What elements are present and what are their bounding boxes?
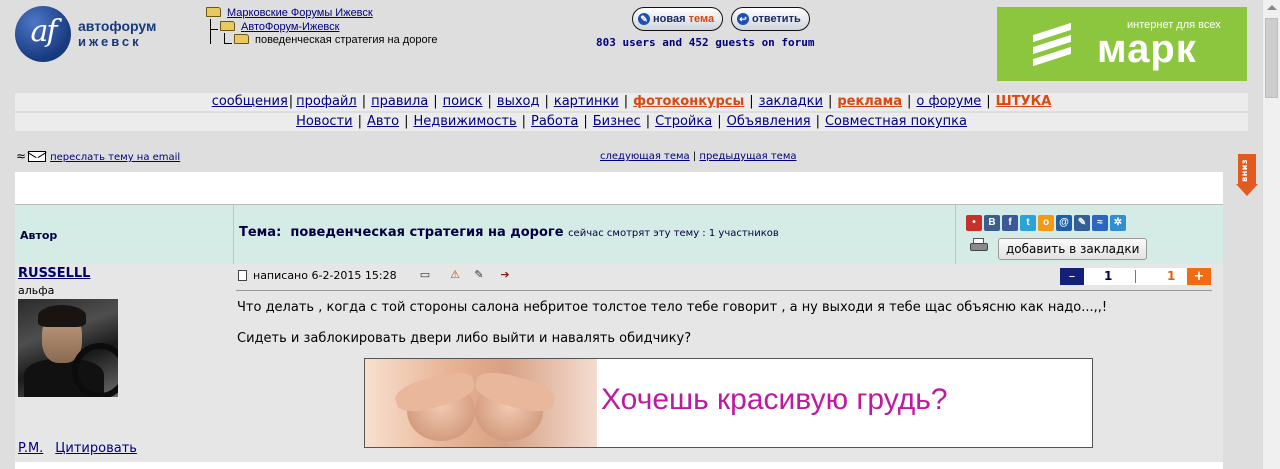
- topic-header: Автор Тема: поведенческая стратегия на д…: [15, 204, 1223, 265]
- report-icon[interactable]: ➔: [495, 268, 515, 282]
- post-text-line: Что делать , когда с той стороны салона …: [237, 300, 1108, 315]
- nav-logout[interactable]: выход: [497, 94, 540, 109]
- liveinternet-icon[interactable]: ≈: [1092, 215, 1108, 231]
- mailru-icon[interactable]: @: [1056, 215, 1072, 231]
- next-topic-link[interactable]: следующая тема: [600, 151, 690, 162]
- nav-rules[interactable]: правила: [371, 94, 428, 109]
- banner-image: [365, 359, 597, 447]
- quote-link[interactable]: Цитировать: [55, 441, 137, 456]
- nav-construction[interactable]: Стройка: [655, 114, 712, 129]
- previous-topic-link[interactable]: предыдущая тема: [699, 151, 796, 162]
- topic-navigation: следующая тема | предыдущая тема: [600, 151, 797, 162]
- folder-open-icon: [234, 34, 249, 44]
- new-topic-button[interactable]: ✎ новая тема: [632, 7, 724, 31]
- facebook-icon[interactable]: f: [1002, 215, 1018, 231]
- private-message-link[interactable]: P.M.: [18, 441, 43, 456]
- forward-topic-email[interactable]: ≈ переслать тему на email: [16, 149, 180, 163]
- viewers-count: сейчас смотрят эту тему : 1 участников: [568, 228, 779, 239]
- vkontakte-icon[interactable]: В: [984, 215, 1000, 231]
- nav-search[interactable]: поиск: [443, 94, 483, 109]
- post-author-rank: альфа: [18, 284, 55, 297]
- reply-icon: ↩: [737, 13, 749, 25]
- nav-business[interactable]: Бизнес: [593, 114, 641, 129]
- online-users-count: 803 users and 452 guests on forum: [596, 36, 815, 49]
- vertical-scrollbar[interactable]: [1262, 0, 1280, 469]
- nav-about-forum[interactable]: о форуме: [916, 94, 981, 109]
- breadcrumb-item-forums[interactable]: Марковские Форумы Ижевск: [206, 7, 373, 21]
- share-icon[interactable]: ✲: [1110, 215, 1126, 231]
- author-column-header: Автор: [20, 229, 58, 242]
- post-rating: – 1 1 +: [1060, 268, 1211, 285]
- nav-auto[interactable]: Авто: [367, 114, 399, 129]
- scrollbar-thumb[interactable]: [1265, 18, 1278, 98]
- logo-mark: af: [15, 6, 71, 62]
- folder-icon: [206, 7, 221, 17]
- post-author-actions: P.M. Цитировать: [18, 441, 149, 456]
- banner-text: Хочешь красивую грудь?: [601, 383, 948, 416]
- livejournal-icon[interactable]: ✎: [1074, 215, 1090, 231]
- tree-connector: [210, 19, 218, 30]
- nav-group-buying[interactable]: Совместная покупка: [825, 114, 967, 129]
- post-author-panel: RUSSELLL альфа P.M. Цитировать: [15, 264, 233, 462]
- mark-logo-icon: [1033, 22, 1081, 67]
- odnoklassniki-icon[interactable]: •: [966, 215, 982, 231]
- nav-photo-contests[interactable]: фотоконкурсы: [633, 94, 744, 109]
- logo-line-1: автофорум: [78, 18, 157, 34]
- edit-icon[interactable]: ✎: [469, 268, 489, 282]
- arrow-down-icon: [1236, 184, 1258, 196]
- logo-line-2: ижевск: [78, 34, 142, 49]
- nav-bookmarks[interactable]: закладки: [759, 94, 823, 109]
- advertisement-banner[interactable]: Хочешь красивую грудь?: [364, 358, 1093, 448]
- nav-news[interactable]: Новости: [296, 114, 353, 129]
- table-spacer: [15, 172, 1223, 204]
- reply-button[interactable]: ↩ ответить: [731, 7, 810, 31]
- vote-up-count: 1: [1167, 269, 1176, 283]
- add-bookmark-button[interactable]: добавить в закладки: [998, 238, 1148, 260]
- mark-advertisement-banner[interactable]: интернет для всех марк: [997, 7, 1247, 81]
- post-text-line: Сидеть и заблокировать двери либо выйти …: [237, 331, 692, 346]
- nav-classifieds[interactable]: Объявления: [727, 114, 811, 129]
- ok-icon[interactable]: о: [1038, 215, 1054, 231]
- warning-icon[interactable]: ⚠: [445, 268, 465, 282]
- document-icon: [238, 270, 247, 281]
- tree-connector: [224, 33, 232, 44]
- post-author-username[interactable]: RUSSELLL: [18, 266, 90, 281]
- site-logo[interactable]: af автофорум ижевск: [15, 6, 157, 62]
- column-divider: [955, 205, 956, 265]
- nav-shtuka[interactable]: ШТУКА: [996, 94, 1052, 109]
- nav-profile[interactable]: профайл: [296, 94, 357, 109]
- post-divider: [236, 290, 1212, 291]
- nav-jobs[interactable]: Работа: [531, 114, 578, 129]
- breadcrumb-item-current-topic: поведенческая стратегия на дороге: [234, 34, 437, 48]
- scroll-up-arrow-icon[interactable]: [1267, 5, 1277, 10]
- new-topic-icon: ✎: [638, 13, 650, 25]
- profile-card-icon[interactable]: ▭: [415, 268, 435, 282]
- main-nav: сообщения| профайл | правила | поиск | выход | ка…: [15, 93, 1248, 111]
- post-date: написано 6-2-2015 15:28: [238, 269, 397, 282]
- topic-title: Тема: поведенческая стратегия на дороге …: [239, 225, 779, 240]
- nav-real-estate[interactable]: Недвижимость: [413, 114, 516, 129]
- folder-icon: [220, 21, 235, 31]
- nav-advertising[interactable]: реклама: [837, 94, 902, 109]
- envelope-icon: [28, 151, 47, 162]
- printer-icon[interactable]: [970, 238, 988, 252]
- ad-brand: марк: [1097, 27, 1197, 71]
- post-body: написано 6-2-2015 15:28 ▭ ⚠ ✎ ➔ – 1 1 + …: [233, 264, 1223, 462]
- table-bottom: [15, 462, 1223, 469]
- column-divider: [233, 205, 234, 265]
- scroll-down-button[interactable]: вниз: [1236, 154, 1258, 196]
- vote-down-button[interactable]: –: [1060, 268, 1084, 285]
- breadcrumb-item-autoforum[interactable]: АвтоФорум-Ижевск: [220, 21, 339, 35]
- sections-nav: Новости | Авто | Недвижимость | Работа | Бизнес |…: [15, 113, 1248, 131]
- vote-up-button[interactable]: +: [1187, 268, 1211, 285]
- tree-connector: [210, 30, 211, 44]
- avatar[interactable]: [18, 299, 118, 397]
- tilde-icon: ≈: [16, 149, 27, 163]
- twitter-icon[interactable]: t: [1020, 215, 1036, 231]
- nav-messages[interactable]: сообщения: [212, 94, 288, 109]
- nav-pictures[interactable]: картинки: [554, 94, 619, 109]
- vote-down-count: 1: [1104, 269, 1113, 283]
